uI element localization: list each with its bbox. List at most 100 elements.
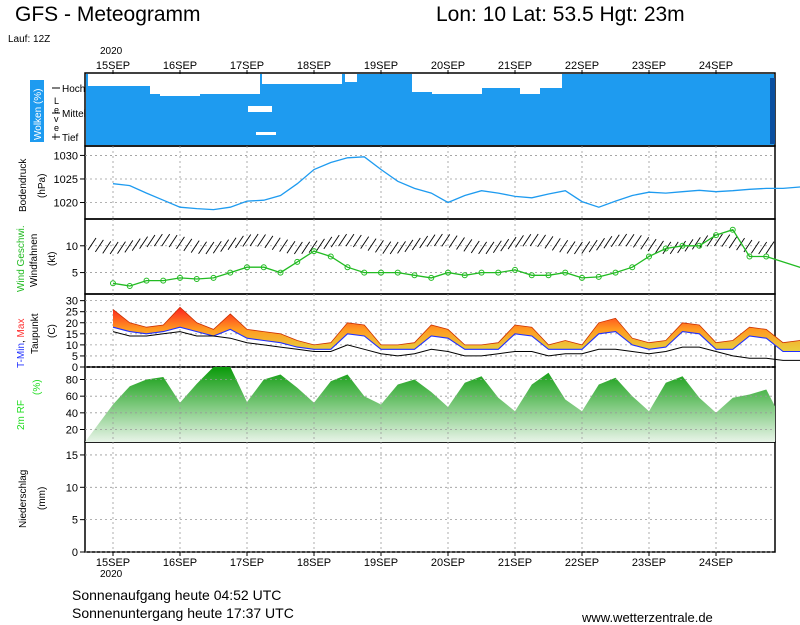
wind-barb bbox=[205, 241, 215, 255]
wind-barb bbox=[603, 236, 613, 249]
wind-barb bbox=[212, 240, 222, 254]
clear-sky-patch bbox=[262, 74, 342, 84]
clear-sky-patch bbox=[482, 74, 562, 88]
wind-barb bbox=[397, 241, 406, 254]
wind-barb bbox=[559, 239, 569, 253]
wind-barb bbox=[131, 238, 141, 251]
clear-sky-patch bbox=[432, 74, 482, 94]
wind-barb bbox=[721, 234, 731, 247]
wind-barb bbox=[434, 233, 443, 247]
wind-barb bbox=[183, 238, 193, 252]
temp-subtitle: Taupunkt bbox=[30, 313, 41, 354]
wind-barb bbox=[102, 241, 112, 254]
meteogram-chart: HochMittelTiefLevelWolken (%)10201025103… bbox=[16, 60, 800, 569]
temp-title: T-Min, Max bbox=[16, 319, 27, 368]
clear-sky-patch bbox=[248, 106, 272, 112]
date-label-bottom: 18SEP bbox=[297, 557, 331, 569]
wind-title: Wind Geschwi. bbox=[16, 225, 27, 292]
temp-title-min: T-Min bbox=[16, 343, 27, 368]
wind-subtitle: Windfahnen bbox=[29, 234, 40, 287]
precip-unit: (mm) bbox=[37, 487, 48, 510]
level-letter: l bbox=[54, 132, 56, 142]
temp-tick-label: 0 bbox=[72, 362, 78, 374]
date-label-bottom: 23SEP bbox=[632, 557, 666, 569]
wind-barb bbox=[426, 234, 436, 247]
wind-barb bbox=[227, 237, 237, 250]
wind-barb bbox=[117, 241, 126, 254]
precip-tick-label: 0 bbox=[72, 547, 78, 559]
wind-barb bbox=[640, 236, 650, 250]
wind-barb bbox=[529, 233, 539, 247]
wind-barb bbox=[507, 236, 517, 250]
wind-barb bbox=[765, 241, 775, 254]
wind-barb bbox=[537, 234, 546, 248]
wind-barb bbox=[375, 240, 384, 253]
rh-tick-label: 20 bbox=[66, 425, 78, 437]
wind-barb bbox=[360, 236, 370, 249]
wind-barb bbox=[139, 236, 148, 249]
precip-tick-label: 10 bbox=[66, 482, 78, 494]
wind-barb bbox=[411, 237, 421, 251]
wind-barb bbox=[470, 240, 480, 254]
wind-barb bbox=[190, 240, 200, 253]
wind-barb bbox=[492, 240, 502, 254]
wind-barb bbox=[758, 241, 768, 255]
wind-barb bbox=[301, 241, 311, 254]
pressure-title: Bodendruck bbox=[18, 158, 29, 212]
wind-barb bbox=[286, 240, 296, 254]
website-text: www.wetterzentrale.de bbox=[582, 610, 713, 625]
date-label-bottom: 24SEP bbox=[699, 557, 733, 569]
wind-unit: (kt) bbox=[47, 252, 58, 266]
wind-barb bbox=[330, 234, 340, 248]
wind-barb bbox=[146, 234, 156, 248]
date-label-bottom: 21SEP bbox=[498, 557, 532, 569]
temp-tick-label: 30 bbox=[66, 296, 78, 308]
wind-barb bbox=[515, 235, 524, 248]
wind-barb bbox=[257, 234, 266, 247]
clear-sky-patch bbox=[256, 132, 276, 135]
clear-sky-patch bbox=[345, 74, 357, 82]
temp-title-max: Max bbox=[16, 319, 27, 338]
panel-frame-2 bbox=[84, 218, 776, 295]
wind-barb bbox=[441, 234, 451, 247]
rh-tick-label: 60 bbox=[66, 391, 78, 403]
sunrise-text: Sonnenaufgang heute 04:52 UTC bbox=[72, 587, 282, 603]
rh-unit: (%) bbox=[32, 379, 43, 395]
cloud-level-label: Mittel bbox=[62, 109, 86, 120]
precip-tick-label: 5 bbox=[72, 515, 78, 527]
date-label-bottom: 17SEP bbox=[230, 557, 264, 569]
humidity-area bbox=[85, 367, 775, 442]
sunset-text: Sonnenuntergang heute 17:37 UTC bbox=[72, 605, 294, 621]
wind-barb bbox=[581, 241, 591, 254]
wind-barb bbox=[168, 234, 178, 248]
temp-tick-label: 25 bbox=[66, 307, 78, 319]
wind-barb bbox=[596, 237, 605, 251]
temp-tick-label: 5 bbox=[72, 351, 78, 363]
date-label-bottom: 20SEP bbox=[431, 557, 465, 569]
rh-tick-label: 80 bbox=[66, 375, 78, 387]
date-label-bottom: 16SEP bbox=[163, 557, 197, 569]
temp-unit: (C) bbox=[47, 324, 58, 338]
temp-tick-label: 15 bbox=[66, 329, 78, 341]
pressure-tick-label: 1020 bbox=[54, 198, 78, 210]
date-label-bottom: 22SEP bbox=[565, 557, 599, 569]
wind-tick-label: 10 bbox=[66, 241, 78, 253]
wind-barb bbox=[610, 234, 620, 248]
wind-barb bbox=[176, 236, 185, 250]
clear-sky-patch bbox=[520, 86, 540, 94]
wind-barb bbox=[293, 241, 303, 255]
wind-barb bbox=[109, 241, 119, 255]
wind-barb bbox=[618, 233, 628, 247]
wind-barb bbox=[235, 235, 244, 249]
wind-barb bbox=[389, 241, 399, 255]
wind-barb bbox=[367, 238, 377, 251]
temp-tick-label: 20 bbox=[66, 318, 78, 330]
wind-barb bbox=[456, 237, 465, 250]
wind-barb bbox=[198, 241, 207, 255]
wind-barb bbox=[566, 241, 576, 254]
date-label-bottom: 19SEP bbox=[364, 557, 398, 569]
precip-tick-label: 15 bbox=[66, 450, 78, 462]
wind-barb bbox=[728, 235, 738, 249]
wind-barb bbox=[485, 241, 495, 255]
wind-barb bbox=[161, 233, 171, 247]
